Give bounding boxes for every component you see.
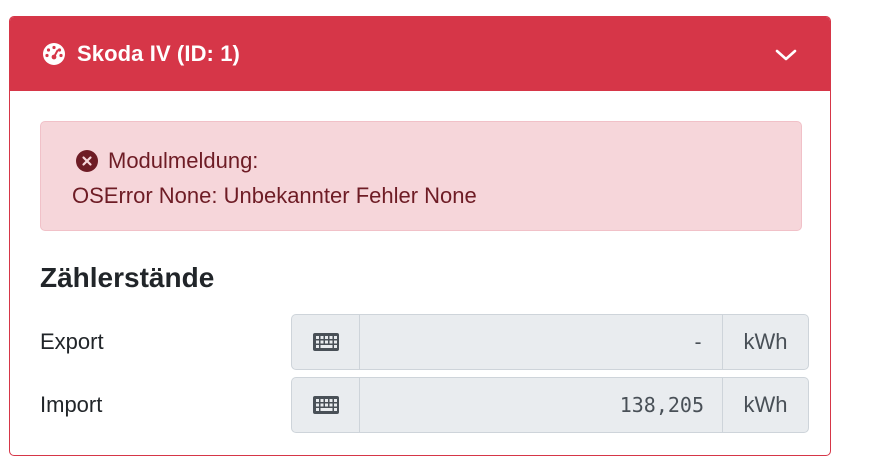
- import-unit: kWh: [723, 377, 809, 433]
- card-title: Skoda IV (ID: 1): [77, 41, 240, 66]
- import-label: Import: [40, 392, 103, 417]
- device-card: Skoda IV (ID: 1) Modulmeldung: OSError N…: [9, 16, 831, 456]
- import-value-field[interactable]: 138,205: [359, 377, 723, 433]
- import-input-group: 138,205 kWh: [291, 377, 809, 433]
- chevron-down-icon[interactable]: [774, 43, 798, 67]
- card-header[interactable]: Skoda IV (ID: 1): [10, 17, 830, 91]
- keyboard-icon: [291, 314, 359, 370]
- export-input-group: - kWh: [291, 314, 809, 370]
- export-value-field[interactable]: -: [359, 314, 723, 370]
- alert-title-row: Modulmeldung:: [76, 148, 258, 174]
- alert-title: Modulmeldung:: [108, 148, 259, 173]
- circle-x-icon: [76, 150, 98, 172]
- export-unit: kWh: [723, 314, 809, 370]
- tachometer-icon: [42, 42, 66, 66]
- counters-section-title: Zählerstände: [40, 262, 215, 293]
- alert-message: OSError None: Unbekannter Fehler None: [72, 183, 477, 208]
- keyboard-icon: [291, 377, 359, 433]
- module-message-alert: Modulmeldung: OSError None: Unbekannter …: [40, 121, 802, 231]
- export-label: Export: [40, 329, 104, 354]
